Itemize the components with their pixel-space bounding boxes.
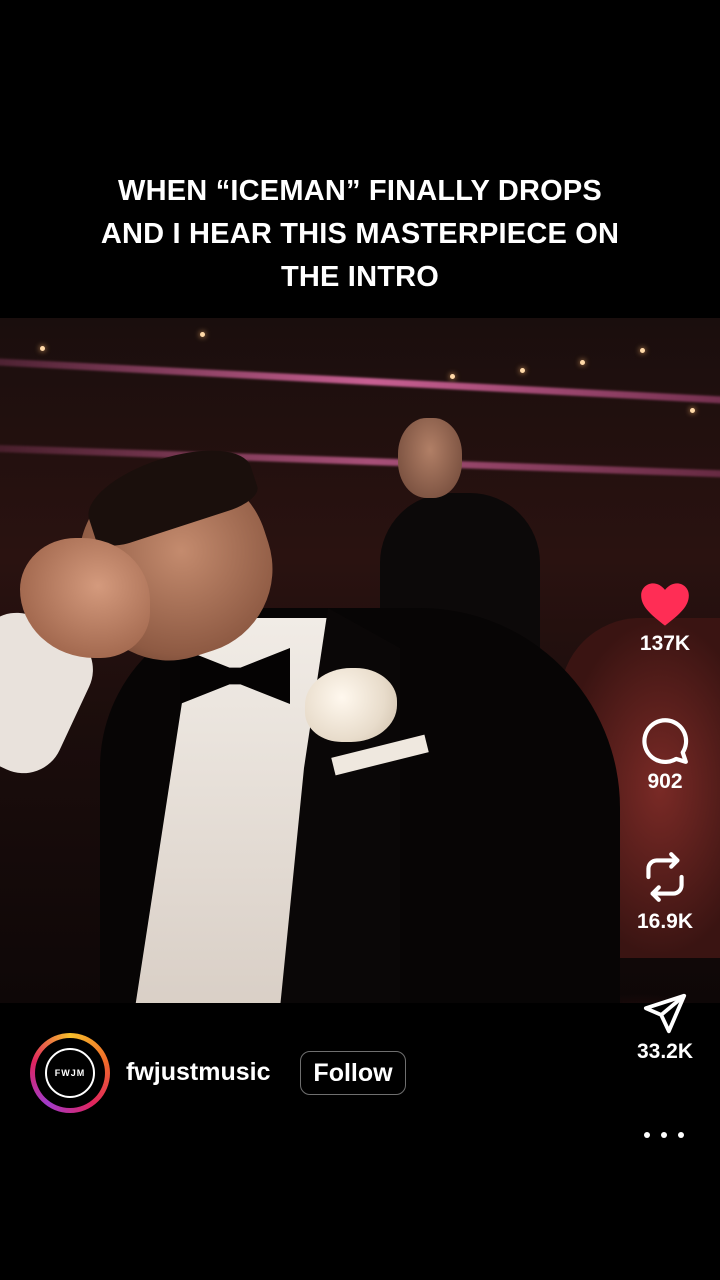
repost-button[interactable]: 16.9K bbox=[620, 848, 710, 934]
background-man-head bbox=[398, 418, 462, 498]
stage-light bbox=[450, 374, 455, 379]
stage-light bbox=[200, 332, 205, 337]
repost-icon bbox=[646, 852, 684, 902]
video-frame[interactable] bbox=[0, 318, 720, 1003]
share-button[interactable]: 33.2K bbox=[620, 990, 710, 1064]
reel-screen: WHEN “ICEMAN” FINALLY DROPS AND I HEAR T… bbox=[0, 0, 720, 1280]
comment-count: 902 bbox=[647, 770, 683, 793]
video-caption: WHEN “ICEMAN” FINALLY DROPS AND I HEAR T… bbox=[60, 170, 660, 299]
comment-bubble-icon bbox=[642, 718, 689, 765]
balcony-light-strip bbox=[0, 356, 720, 407]
author-avatar[interactable]: FWJM bbox=[30, 1033, 110, 1113]
caption-line-2: AND I HEAR THIS MASTERPIECE ON bbox=[100, 218, 620, 250]
heart-filled-icon bbox=[641, 583, 689, 626]
like-button[interactable]: 137K bbox=[620, 580, 710, 656]
follow-button[interactable]: Follow bbox=[300, 1051, 406, 1095]
caption-line-1: WHEN “ICEMAN” FINALLY DROPS bbox=[118, 175, 602, 207]
stage-light bbox=[580, 360, 585, 365]
caption-line-3: THE INTRO bbox=[280, 261, 440, 293]
like-count: 137K bbox=[639, 632, 691, 655]
stage-light bbox=[40, 346, 45, 351]
repost-count: 16.9K bbox=[636, 910, 694, 933]
balcony-light-strip bbox=[0, 443, 720, 480]
author-username[interactable]: fwjustmusic bbox=[126, 1058, 270, 1087]
dot bbox=[661, 1132, 667, 1138]
dot bbox=[678, 1132, 684, 1138]
send-icon bbox=[643, 993, 687, 1034]
avatar-logo: FWJM bbox=[45, 1048, 95, 1098]
stage-light bbox=[520, 368, 525, 373]
avatar-inner: FWJM bbox=[35, 1038, 105, 1108]
share-count: 33.2K bbox=[636, 1040, 694, 1063]
boutonniere bbox=[305, 668, 397, 742]
stage-light bbox=[690, 408, 695, 413]
stage-light bbox=[640, 348, 645, 353]
comment-button[interactable]: 902 bbox=[620, 716, 710, 794]
dot bbox=[644, 1132, 650, 1138]
more-dots-icon[interactable] bbox=[644, 1122, 684, 1148]
